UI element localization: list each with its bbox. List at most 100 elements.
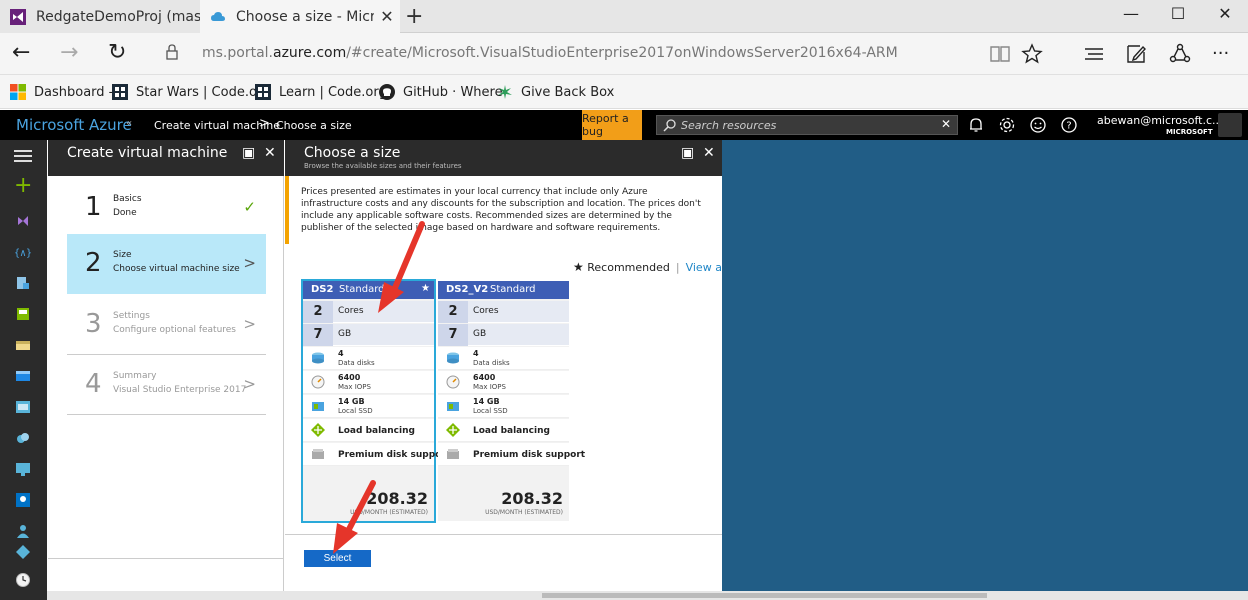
clock-icon[interactable] [15, 572, 31, 588]
app-services-icon[interactable] [15, 399, 31, 415]
users-icon[interactable] [15, 523, 31, 539]
reading-view-icon[interactable] [988, 42, 1012, 66]
collapse-menu-icon[interactable]: « [126, 118, 132, 129]
chevron-right-icon: > [243, 375, 256, 393]
close-blade-icon[interactable]: ✕ [703, 145, 715, 161]
lock-icon [166, 44, 178, 60]
user-organization: MICROSOFT [1166, 128, 1213, 136]
portal-left-nav: + {∧} [0, 140, 47, 600]
svg-text:?: ? [1066, 121, 1071, 132]
favorite-github[interactable]: GitHub · Where [379, 84, 503, 100]
favorite-give-back-box[interactable]: Give Back Box [497, 84, 614, 100]
maximize-blade-icon[interactable]: ▣ [681, 145, 694, 161]
cores-value: 2 [303, 301, 333, 323]
favorite-label: Star Wars | Code.org [136, 84, 271, 100]
size-tier: Standard [490, 284, 536, 295]
more-options-button[interactable]: ··· [1212, 43, 1229, 64]
step-size[interactable]: 2 Size Choose virtual machine size > [67, 234, 266, 294]
hamburger-menu-icon[interactable] [14, 150, 32, 165]
step-title: Settings [113, 311, 150, 321]
storage-icon[interactable] [15, 337, 31, 353]
avatar[interactable] [1218, 113, 1242, 137]
memory-row: 7 GB [303, 324, 434, 346]
horizontal-scrollbar[interactable] [47, 591, 1248, 600]
share-icon[interactable] [1168, 42, 1192, 66]
tab-redgate[interactable]: RedgateDemoProj (master) [0, 0, 200, 33]
user-account-name[interactable]: abewan@microsoft.c... [1097, 114, 1223, 127]
premium-disk-label: Premium disk support [338, 450, 451, 460]
maximize-blade-icon[interactable]: ▣ [242, 145, 255, 161]
all-resources-icon[interactable] [15, 275, 31, 291]
memory-label: GB [473, 329, 487, 339]
price-value: 208.32 [501, 489, 563, 508]
new-resource-plus-icon[interactable]: + [14, 175, 32, 197]
scrollbar-thumb[interactable] [542, 593, 987, 598]
favorite-star-icon[interactable] [1020, 42, 1044, 66]
sql-database-icon[interactable] [15, 306, 31, 322]
refresh-button[interactable]: ↻ [108, 40, 126, 65]
step-subtitle: Configure optional features [113, 325, 236, 335]
size-card-ds2-v2[interactable]: DS2_V2 Standard 2 Cores 7 GB 4 Data disks … [438, 281, 585, 521]
size-name: DS2_V2 [446, 284, 489, 295]
ssd-value: 14 GB [338, 397, 365, 406]
price-value: 208.32 [366, 489, 428, 508]
load-balancing-icon [311, 423, 325, 437]
favorite-star-wars[interactable]: Star Wars | Code.org [112, 84, 270, 100]
close-blade-icon[interactable]: ✕ [264, 145, 276, 161]
data-disks-icon [312, 352, 324, 364]
tab-choose-size[interactable]: Choose a size - Microso ✕ [200, 0, 400, 33]
notice-accent-bar [285, 176, 289, 244]
checkmark-icon: ✓ [243, 198, 256, 216]
monitor-icon[interactable] [15, 461, 31, 477]
browser-tab-strip: RedgateDemoProj (master) Choose a size -… [0, 0, 1248, 33]
security-center-icon[interactable] [15, 492, 31, 508]
maximize-button[interactable]: ☐ [1155, 4, 1201, 23]
local-ssd-icon [447, 402, 459, 411]
cores-row: 2 Cores [303, 301, 434, 323]
iops-value: 6400 [338, 373, 361, 382]
clear-search-icon[interactable]: ✕ [941, 117, 951, 131]
step-basics[interactable]: 1 Basics Done ✓ [67, 178, 266, 238]
search-input[interactable]: Search resources ✕ [656, 115, 958, 135]
create-vm-blade-title: Create virtual machine [67, 145, 228, 161]
step-subtitle: Choose virtual machine size [113, 264, 240, 274]
visual-studio-icon [10, 8, 26, 25]
close-window-button[interactable]: ✕ [1202, 4, 1248, 23]
search-placeholder: Search resources [681, 119, 777, 132]
select-button[interactable]: Select [304, 550, 371, 567]
feedback-smiley-icon[interactable] [1029, 116, 1047, 134]
minimize-button[interactable]: — [1108, 4, 1154, 23]
cloud-services-icon[interactable] [15, 430, 31, 446]
choose-size-blade-header: Choose a size Browse the available sizes… [285, 140, 722, 176]
diamond-service-icon[interactable] [15, 544, 31, 560]
step-summary[interactable]: 4 Summary Visual Studio Enterprise 2017 … [67, 355, 266, 415]
premium-disk-row: Premium disk support [303, 443, 450, 466]
visual-studio-nav-icon[interactable] [15, 213, 31, 229]
favorite-learn[interactable]: Learn | Code.org [255, 84, 387, 100]
local-ssd-icon [312, 402, 324, 411]
help-icon[interactable]: ? [1060, 116, 1078, 134]
notifications-bell-icon[interactable] [967, 116, 985, 134]
hub-icon[interactable] [1082, 42, 1106, 66]
virtual-machines-icon[interactable] [15, 368, 31, 384]
step-settings[interactable]: 3 Settings Configure optional features > [67, 295, 266, 355]
forward-button[interactable]: → [60, 40, 78, 65]
favorite-dashboard[interactable]: Dashboard - [10, 84, 113, 100]
tab-close-icon[interactable]: ✕ [374, 7, 400, 26]
back-button[interactable]: ← [12, 40, 30, 65]
iops-label: Max IOPS [338, 383, 371, 391]
settings-gear-icon[interactable] [998, 116, 1016, 134]
resource-groups-icon[interactable]: {∧} [15, 244, 31, 260]
breadcrumb-choose-size[interactable]: Choose a size [276, 119, 352, 132]
size-card-ds2[interactable]: DS2 Standard ★ 2 Cores 7 GB 4 Data disks 6… [301, 279, 450, 523]
price-unit: USD/MONTH (ESTIMATED) [350, 509, 428, 516]
recommended-label: Recommended [587, 261, 670, 274]
url-field[interactable]: ms.portal.azure.com/#create/Microsoft.Vi… [202, 45, 898, 61]
report-bug-button[interactable]: Report a bug [582, 110, 642, 140]
load-balancing-row: Load balancing [303, 419, 434, 442]
new-tab-button[interactable]: + [405, 4, 423, 29]
tab-title: Choose a size - Microso [236, 8, 374, 25]
azure-brand[interactable]: Microsoft Azure [16, 116, 132, 134]
web-note-icon[interactable] [1124, 42, 1148, 66]
breadcrumb-separator: > [259, 116, 270, 131]
